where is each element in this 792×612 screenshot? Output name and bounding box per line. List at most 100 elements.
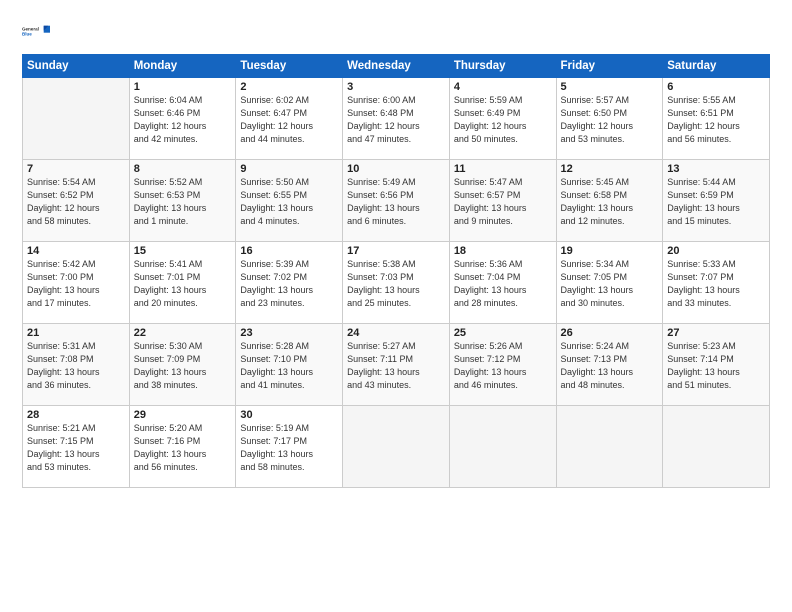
day-info: Sunrise: 5:20 AMSunset: 7:16 PMDaylight:… [134, 422, 232, 474]
day-number: 11 [454, 163, 552, 175]
day-info: Sunrise: 5:59 AMSunset: 6:49 PMDaylight:… [454, 94, 552, 146]
day-info: Sunrise: 5:19 AMSunset: 7:17 PMDaylight:… [240, 422, 338, 474]
calendar-cell: 1Sunrise: 6:04 AMSunset: 6:46 PMDaylight… [129, 78, 236, 160]
calendar-cell: 11Sunrise: 5:47 AMSunset: 6:57 PMDayligh… [449, 160, 556, 242]
calendar-cell: 28Sunrise: 5:21 AMSunset: 7:15 PMDayligh… [23, 406, 130, 488]
day-info: Sunrise: 5:52 AMSunset: 6:53 PMDaylight:… [134, 176, 232, 228]
calendar-cell: 12Sunrise: 5:45 AMSunset: 6:58 PMDayligh… [556, 160, 663, 242]
calendar-week-1: 1Sunrise: 6:04 AMSunset: 6:46 PMDaylight… [23, 78, 770, 160]
day-number: 27 [667, 327, 765, 339]
day-number: 21 [27, 327, 125, 339]
day-number: 24 [347, 327, 445, 339]
day-info: Sunrise: 5:27 AMSunset: 7:11 PMDaylight:… [347, 340, 445, 392]
calendar-cell [449, 406, 556, 488]
day-info: Sunrise: 6:00 AMSunset: 6:48 PMDaylight:… [347, 94, 445, 146]
day-info: Sunrise: 5:42 AMSunset: 7:00 PMDaylight:… [27, 258, 125, 310]
weekday-header-saturday: Saturday [663, 55, 770, 78]
day-number: 7 [27, 163, 125, 175]
calendar-cell: 19Sunrise: 5:34 AMSunset: 7:05 PMDayligh… [556, 242, 663, 324]
weekday-header-thursday: Thursday [449, 55, 556, 78]
day-number: 3 [347, 81, 445, 93]
calendar-cell [663, 406, 770, 488]
day-number: 5 [561, 81, 659, 93]
day-number: 25 [454, 327, 552, 339]
calendar-cell: 6Sunrise: 5:55 AMSunset: 6:51 PMDaylight… [663, 78, 770, 160]
calendar-cell: 8Sunrise: 5:52 AMSunset: 6:53 PMDaylight… [129, 160, 236, 242]
logo-icon: GeneralBlue [22, 18, 50, 46]
calendar-cell: 16Sunrise: 5:39 AMSunset: 7:02 PMDayligh… [236, 242, 343, 324]
calendar-cell [23, 78, 130, 160]
calendar-cell: 3Sunrise: 6:00 AMSunset: 6:48 PMDaylight… [343, 78, 450, 160]
day-number: 23 [240, 327, 338, 339]
day-number: 12 [561, 163, 659, 175]
day-number: 17 [347, 245, 445, 257]
day-number: 26 [561, 327, 659, 339]
day-info: Sunrise: 5:47 AMSunset: 6:57 PMDaylight:… [454, 176, 552, 228]
day-info: Sunrise: 5:28 AMSunset: 7:10 PMDaylight:… [240, 340, 338, 392]
day-info: Sunrise: 5:24 AMSunset: 7:13 PMDaylight:… [561, 340, 659, 392]
calendar-week-4: 21Sunrise: 5:31 AMSunset: 7:08 PMDayligh… [23, 324, 770, 406]
day-info: Sunrise: 5:26 AMSunset: 7:12 PMDaylight:… [454, 340, 552, 392]
day-info: Sunrise: 5:55 AMSunset: 6:51 PMDaylight:… [667, 94, 765, 146]
calendar-cell: 22Sunrise: 5:30 AMSunset: 7:09 PMDayligh… [129, 324, 236, 406]
day-number: 9 [240, 163, 338, 175]
calendar-cell [556, 406, 663, 488]
day-number: 6 [667, 81, 765, 93]
day-number: 29 [134, 409, 232, 421]
day-info: Sunrise: 5:38 AMSunset: 7:03 PMDaylight:… [347, 258, 445, 310]
day-info: Sunrise: 5:54 AMSunset: 6:52 PMDaylight:… [27, 176, 125, 228]
day-info: Sunrise: 5:50 AMSunset: 6:55 PMDaylight:… [240, 176, 338, 228]
day-number: 19 [561, 245, 659, 257]
day-info: Sunrise: 5:49 AMSunset: 6:56 PMDaylight:… [347, 176, 445, 228]
calendar-cell: 9Sunrise: 5:50 AMSunset: 6:55 PMDaylight… [236, 160, 343, 242]
day-number: 8 [134, 163, 232, 175]
calendar-cell: 5Sunrise: 5:57 AMSunset: 6:50 PMDaylight… [556, 78, 663, 160]
svg-text:Blue: Blue [22, 32, 32, 37]
calendar-cell: 17Sunrise: 5:38 AMSunset: 7:03 PMDayligh… [343, 242, 450, 324]
calendar-cell: 25Sunrise: 5:26 AMSunset: 7:12 PMDayligh… [449, 324, 556, 406]
day-info: Sunrise: 5:57 AMSunset: 6:50 PMDaylight:… [561, 94, 659, 146]
calendar-cell: 29Sunrise: 5:20 AMSunset: 7:16 PMDayligh… [129, 406, 236, 488]
day-info: Sunrise: 5:45 AMSunset: 6:58 PMDaylight:… [561, 176, 659, 228]
day-info: Sunrise: 5:31 AMSunset: 7:08 PMDaylight:… [27, 340, 125, 392]
day-number: 28 [27, 409, 125, 421]
day-info: Sunrise: 5:34 AMSunset: 7:05 PMDaylight:… [561, 258, 659, 310]
day-number: 18 [454, 245, 552, 257]
calendar-cell: 27Sunrise: 5:23 AMSunset: 7:14 PMDayligh… [663, 324, 770, 406]
day-info: Sunrise: 5:39 AMSunset: 7:02 PMDaylight:… [240, 258, 338, 310]
calendar-cell: 2Sunrise: 6:02 AMSunset: 6:47 PMDaylight… [236, 78, 343, 160]
calendar-cell: 18Sunrise: 5:36 AMSunset: 7:04 PMDayligh… [449, 242, 556, 324]
day-number: 14 [27, 245, 125, 257]
day-number: 22 [134, 327, 232, 339]
calendar-cell: 30Sunrise: 5:19 AMSunset: 7:17 PMDayligh… [236, 406, 343, 488]
day-info: Sunrise: 5:23 AMSunset: 7:14 PMDaylight:… [667, 340, 765, 392]
calendar-cell: 14Sunrise: 5:42 AMSunset: 7:00 PMDayligh… [23, 242, 130, 324]
calendar-cell: 26Sunrise: 5:24 AMSunset: 7:13 PMDayligh… [556, 324, 663, 406]
day-number: 20 [667, 245, 765, 257]
calendar-table: SundayMondayTuesdayWednesdayThursdayFrid… [22, 54, 770, 488]
day-info: Sunrise: 6:04 AMSunset: 6:46 PMDaylight:… [134, 94, 232, 146]
calendar-week-3: 14Sunrise: 5:42 AMSunset: 7:00 PMDayligh… [23, 242, 770, 324]
page-header: GeneralBlue [22, 18, 770, 46]
svg-text:General: General [22, 27, 39, 32]
day-number: 10 [347, 163, 445, 175]
calendar-page: GeneralBlue SundayMondayTuesdayWednesday… [0, 0, 792, 612]
day-number: 16 [240, 245, 338, 257]
day-info: Sunrise: 5:33 AMSunset: 7:07 PMDaylight:… [667, 258, 765, 310]
day-number: 2 [240, 81, 338, 93]
weekday-header-wednesday: Wednesday [343, 55, 450, 78]
calendar-cell: 7Sunrise: 5:54 AMSunset: 6:52 PMDaylight… [23, 160, 130, 242]
weekday-header-row: SundayMondayTuesdayWednesdayThursdayFrid… [23, 55, 770, 78]
day-number: 4 [454, 81, 552, 93]
weekday-header-monday: Monday [129, 55, 236, 78]
calendar-cell [343, 406, 450, 488]
weekday-header-friday: Friday [556, 55, 663, 78]
day-number: 13 [667, 163, 765, 175]
day-number: 15 [134, 245, 232, 257]
calendar-cell: 23Sunrise: 5:28 AMSunset: 7:10 PMDayligh… [236, 324, 343, 406]
day-info: Sunrise: 5:36 AMSunset: 7:04 PMDaylight:… [454, 258, 552, 310]
calendar-cell: 15Sunrise: 5:41 AMSunset: 7:01 PMDayligh… [129, 242, 236, 324]
day-info: Sunrise: 5:30 AMSunset: 7:09 PMDaylight:… [134, 340, 232, 392]
day-number: 30 [240, 409, 338, 421]
calendar-cell: 20Sunrise: 5:33 AMSunset: 7:07 PMDayligh… [663, 242, 770, 324]
